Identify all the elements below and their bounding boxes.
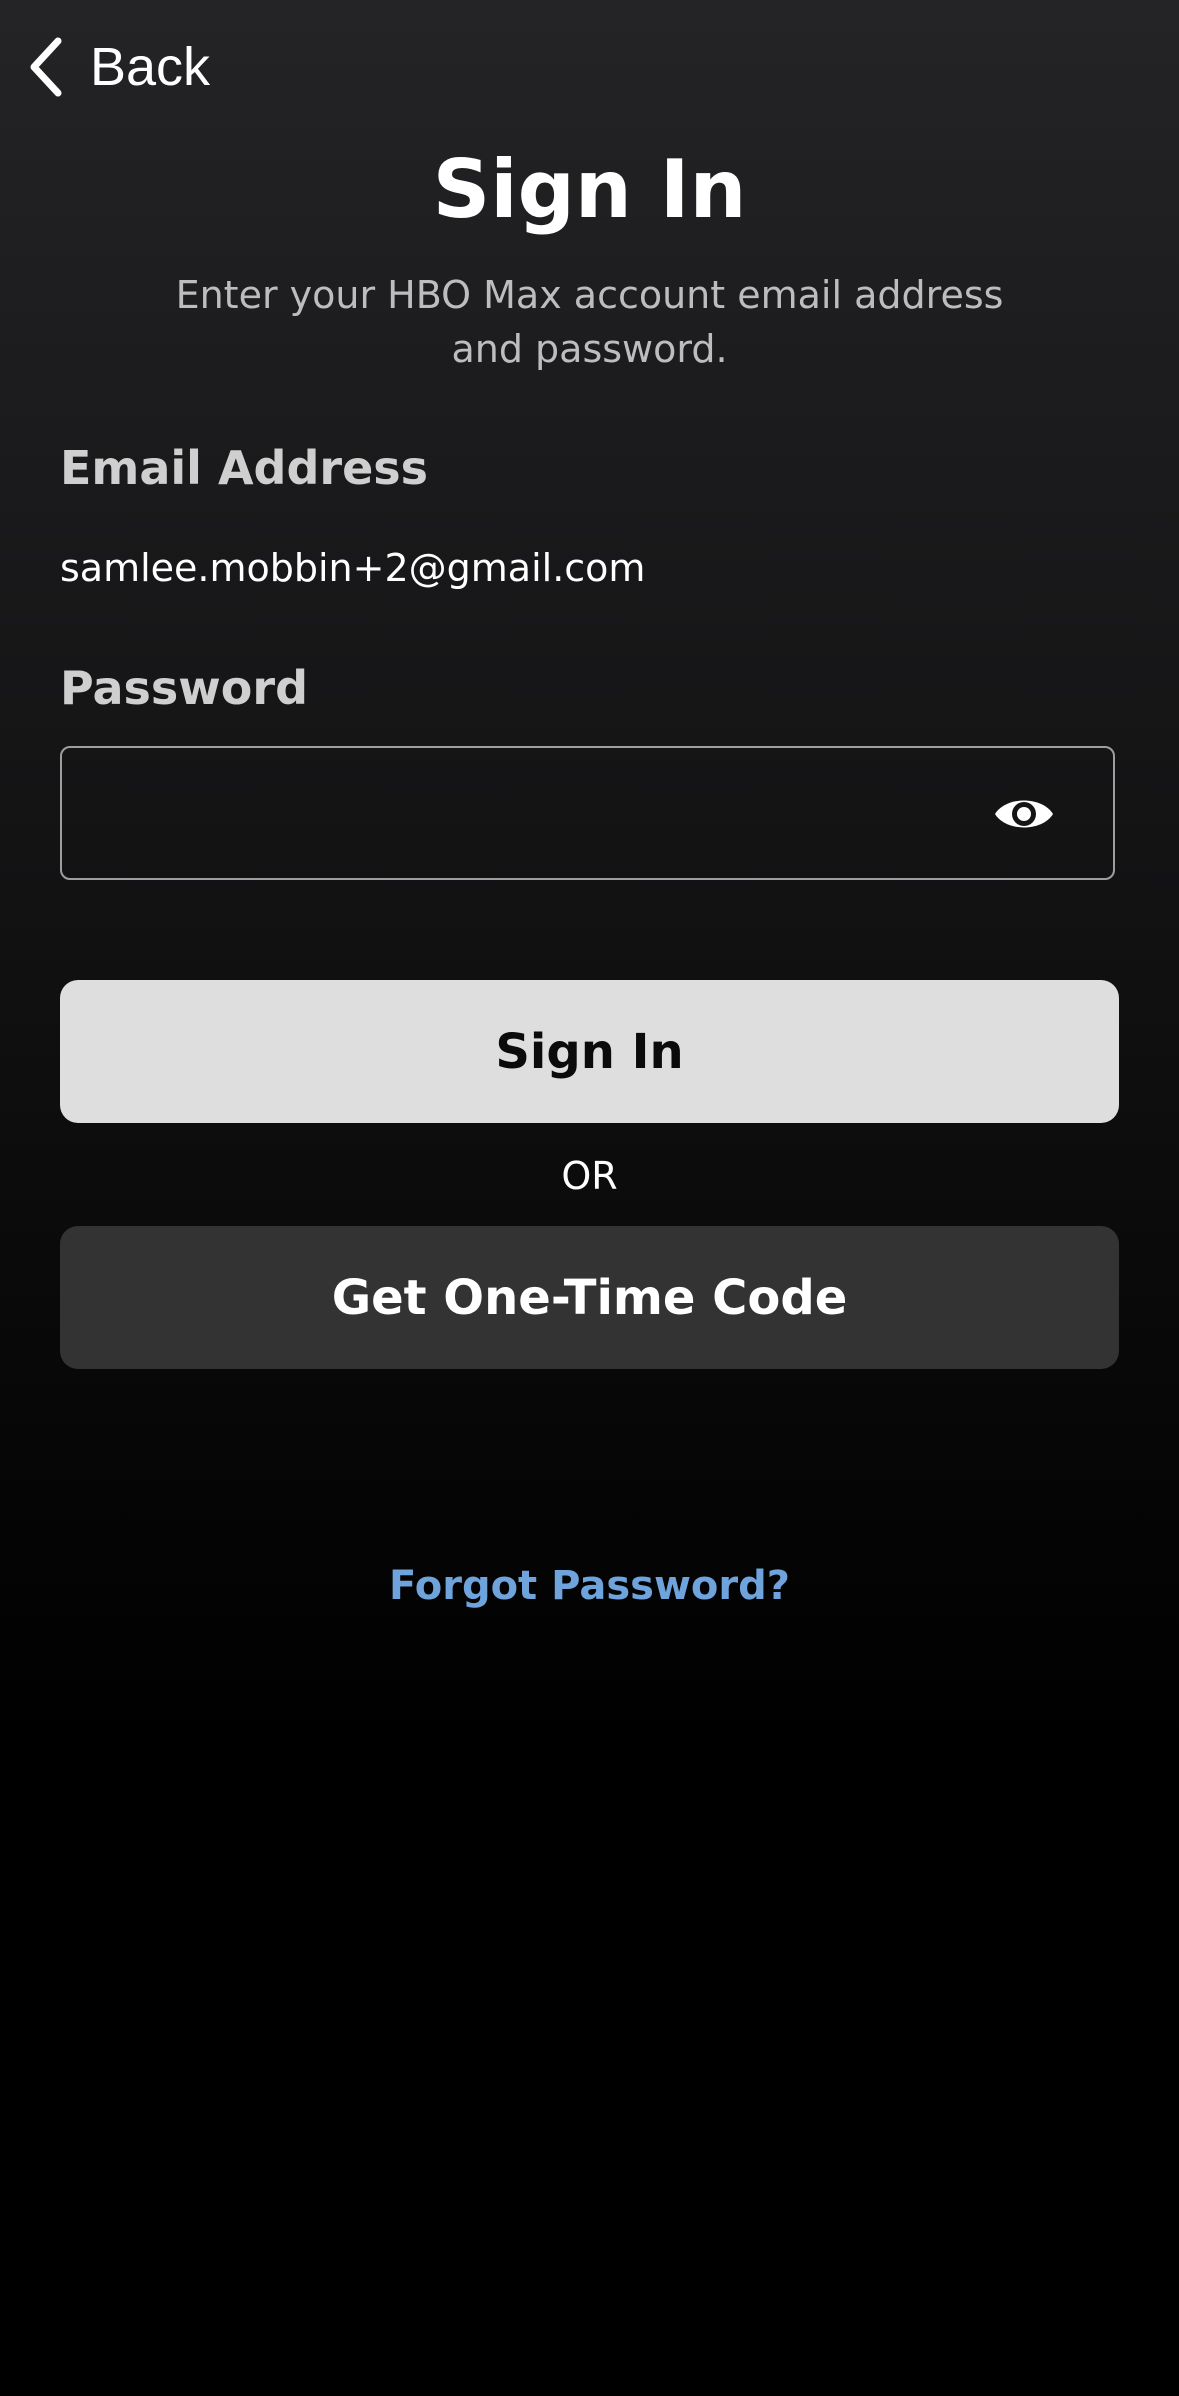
password-label: Password bbox=[60, 661, 308, 715]
get-one-time-code-label: Get One-Time Code bbox=[331, 1269, 848, 1326]
email-value: samlee.mobbin+2@gmail.com bbox=[60, 546, 646, 590]
back-button[interactable]: Back bbox=[26, 34, 210, 100]
page-title: Sign In bbox=[432, 143, 747, 236]
password-field[interactable] bbox=[60, 746, 1115, 880]
chevron-left-icon bbox=[30, 37, 62, 97]
page-subtitle: Enter your HBO Max account email address… bbox=[175, 273, 1004, 371]
password-input[interactable] bbox=[82, 768, 986, 860]
get-one-time-code-button[interactable]: Get One-Time Code bbox=[60, 1226, 1119, 1369]
sign-in-button[interactable]: Sign In bbox=[60, 980, 1119, 1123]
email-label: Email Address bbox=[60, 441, 429, 495]
or-divider: OR bbox=[561, 1154, 618, 1198]
sign-in-button-label: Sign In bbox=[495, 1023, 684, 1080]
eye-icon[interactable] bbox=[992, 784, 1056, 844]
forgot-password-link[interactable]: Forgot Password? bbox=[0, 1556, 1179, 1616]
back-label: Back bbox=[90, 37, 211, 97]
